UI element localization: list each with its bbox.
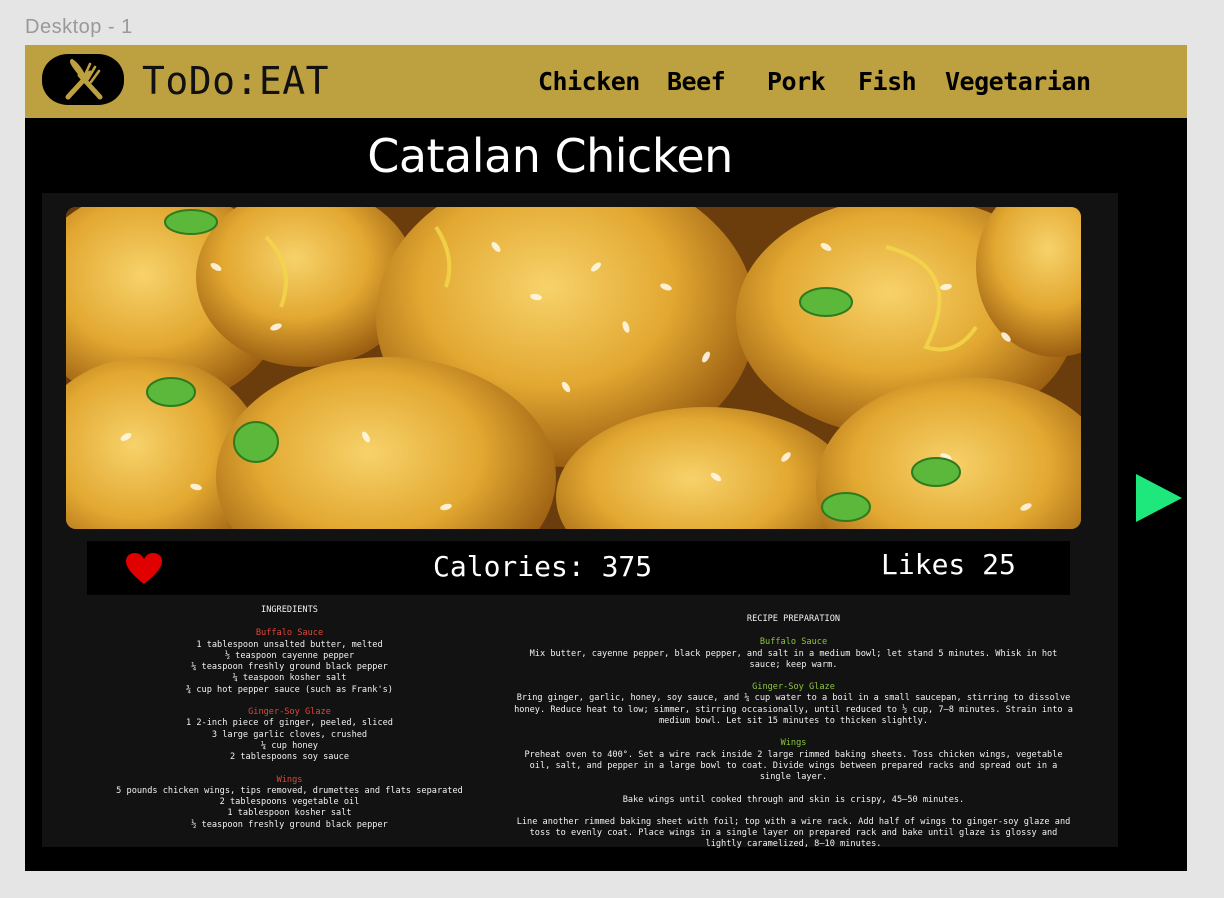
- preparation-section-title: Ginger-Soy Glaze: [752, 682, 835, 693]
- calories-label: Calories: 375: [433, 550, 653, 583]
- ingredient-item: ¼ cup honey: [261, 740, 318, 751]
- ingredient-item: 5 pounds chicken wings, tips removed, dr…: [116, 785, 463, 796]
- ingredient-item: ½ teaspoon freshly ground black pepper: [191, 819, 388, 830]
- ingredient-section-title: Buffalo Sauce: [255, 628, 324, 639]
- preparation-step: Mix butter, cayenne pepper, black pepper…: [529, 648, 1058, 670]
- preparation-heading: RECIPE PREPARATION: [746, 614, 841, 624]
- ingredient-section-title: Ginger-Soy Glaze: [248, 707, 331, 718]
- ingredient-item: 2 tablespoons vegetable oil: [219, 797, 360, 808]
- ingredient-item: ¾ cup hot pepper sauce (such as Frank's): [186, 684, 393, 695]
- ingredients-column: INGREDIENTS Buffalo Sauce 1 tablespoon u…: [87, 605, 492, 842]
- ingredient-item: 1 tablespoon kosher salt: [227, 808, 352, 819]
- fork-knife-icon[interactable]: [42, 54, 124, 105]
- desktop-frame: ToDo:EAT Chicken Beef Pork Fish Vegetari…: [25, 45, 1187, 871]
- preparation-group: Ginger-Soy Glaze Bring ginger, garlic, h…: [512, 682, 1075, 727]
- brand-name[interactable]: ToDo:EAT: [142, 59, 329, 103]
- nav-fish[interactable]: Fish: [858, 67, 917, 96]
- preparation-step: Line another rimmed baking sheet with fo…: [516, 816, 1071, 850]
- ingredient-item: 3 large garlic cloves, crushed: [211, 729, 368, 740]
- preparation-section-title: Wings: [780, 738, 807, 749]
- nav-vegetarian[interactable]: Vegetarian: [945, 67, 1091, 96]
- play-arrow-icon[interactable]: [1135, 472, 1183, 528]
- ingredient-item: ¼ teaspoon kosher salt: [232, 673, 347, 684]
- recipe-panel: Calories: 375 Likes 25 INGREDIENTS Buffa…: [42, 193, 1118, 849]
- recipe-photo: [66, 207, 1081, 529]
- ingredient-group: Buffalo Sauce 1 tablespoon unsalted butt…: [87, 628, 492, 696]
- preparation-step: Preheat oven to 400°. Set a wire rack in…: [524, 749, 1063, 783]
- ingredient-item: 1 tablespoon unsalted butter, melted: [196, 639, 383, 650]
- ingredient-item: ¼ teaspoon freshly ground black pepper: [191, 662, 388, 673]
- recipe-title: Catalan Chicken: [367, 129, 733, 183]
- ingredient-section-title: Wings: [276, 774, 303, 785]
- ingredient-group: Wings 5 pounds chicken wings, tips remov…: [87, 775, 492, 831]
- ingredient-item: 2 tablespoons soy sauce: [230, 752, 349, 763]
- preparation-column: RECIPE PREPARATION Buffalo Sauce Mix but…: [512, 614, 1075, 862]
- nav-pork[interactable]: Pork: [767, 67, 826, 96]
- stats-bar: Calories: 375 Likes 25: [87, 541, 1070, 595]
- preparation-section-title: Buffalo Sauce: [759, 637, 828, 648]
- ingredients-heading: INGREDIENTS: [261, 605, 318, 615]
- ingredient-item: 1 2-inch piece of ginger, peeled, sliced: [186, 718, 393, 729]
- navbar: ToDo:EAT Chicken Beef Pork Fish Vegetari…: [25, 45, 1187, 118]
- preparation-group: Wings Preheat oven to 400°. Set a wire r…: [512, 738, 1075, 850]
- nav-chicken[interactable]: Chicken: [538, 67, 640, 96]
- preparation-step: Bring ginger, garlic, honey, soy sauce, …: [514, 693, 1073, 727]
- preparation-step: Bake wings until cooked through and skin…: [622, 794, 965, 805]
- heart-icon[interactable]: [125, 552, 163, 590]
- ingredient-item: ½ teaspoon cayenne pepper: [224, 650, 355, 661]
- preparation-group: Buffalo Sauce Mix butter, cayenne pepper…: [512, 637, 1075, 671]
- frame-label: Desktop - 1: [25, 16, 133, 38]
- ingredient-group: Ginger-Soy Glaze 1 2-inch piece of ginge…: [87, 707, 492, 763]
- nav-beef[interactable]: Beef: [667, 67, 726, 96]
- likes-count: Likes 25: [881, 548, 1016, 581]
